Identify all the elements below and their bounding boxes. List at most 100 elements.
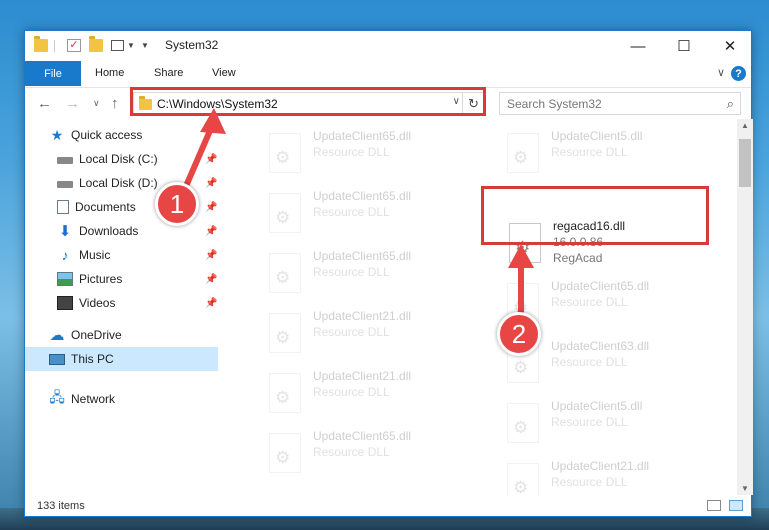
file-item[interactable]: UpdateClient65.dll Resource DLL: [263, 187, 483, 239]
sidebar-item-label: Downloads: [79, 224, 139, 238]
file-name: UpdateClient5.dll: [551, 129, 643, 143]
file-name: UpdateClient5.dll: [551, 399, 643, 413]
back-arrow-icon[interactable]: ←: [37, 95, 52, 112]
vertical-scrollbar[interactable]: ▲ ▼: [737, 119, 753, 495]
folder-icon[interactable]: [34, 36, 48, 52]
file-highlight: [481, 186, 709, 245]
pin-icon[interactable]: 📌: [205, 274, 217, 285]
expand-ribbon-icon[interactable]: ∨: [717, 66, 725, 79]
file-item[interactable]: UpdateClient21.dll Resource DLL: [263, 367, 483, 419]
dll-file-icon: [269, 133, 301, 173]
computer-icon: [49, 353, 65, 365]
dll-file-icon: [507, 403, 539, 443]
file-name: UpdateClient21.dll: [313, 369, 412, 383]
close-button[interactable]: ✕: [707, 31, 753, 61]
disk-icon: [57, 181, 73, 188]
pin-icon[interactable]: 📌: [205, 178, 217, 189]
dll-file-icon: [269, 373, 301, 413]
scroll-down-icon[interactable]: ▼: [737, 484, 753, 493]
downloads-icon: ⬇: [58, 223, 72, 240]
ribbon-tabs: File Home Share View ∨ ?: [25, 61, 751, 87]
tab-file[interactable]: File: [25, 61, 81, 86]
file-item[interactable]: UpdateClient21.dll Resource DLL: [263, 307, 483, 359]
sidebar-item-label: Documents: [75, 200, 136, 214]
dll-file-icon: [507, 133, 539, 173]
file-name: UpdateClient63.dll: [551, 339, 650, 353]
sidebar-item-network[interactable]: 🖧 Network: [49, 387, 218, 411]
file-name: UpdateClient65.dll: [313, 249, 412, 263]
tab-view[interactable]: View: [212, 67, 236, 79]
file-type: Resource DLL: [551, 415, 628, 429]
customize-toolbar-icon[interactable]: ▼: [141, 41, 149, 50]
scroll-up-icon[interactable]: ▲: [737, 121, 753, 130]
disk-icon: [57, 157, 73, 164]
sidebar-item-label: Videos: [79, 296, 116, 310]
pictures-icon: [57, 272, 73, 286]
maximize-button[interactable]: ☐: [661, 31, 707, 61]
details-view-icon[interactable]: [707, 500, 721, 511]
title-bar: ✓ ▼ ▼ System32 — ☐ ✕: [25, 31, 751, 61]
dll-file-icon: [269, 313, 301, 353]
new-folder-icon[interactable]: [89, 36, 103, 52]
pin-icon[interactable]: 📌: [205, 154, 217, 165]
scroll-thumb[interactable]: [739, 139, 751, 187]
pin-icon[interactable]: 📌: [205, 250, 217, 261]
sidebar-item-label: Pictures: [79, 272, 123, 286]
recent-locations-icon[interactable]: ∨: [93, 98, 100, 109]
file-item[interactable]: UpdateClient65.dll Resource DLL: [263, 127, 483, 179]
search-placeholder: Search System32: [507, 97, 602, 111]
file-name: UpdateClient65.dll: [313, 189, 412, 203]
sidebar-item-music[interactable]: ♪ Music 📌: [57, 243, 218, 267]
file-name: UpdateClient65.dll: [551, 279, 650, 293]
sidebar-item-quick-access[interactable]: ★ Quick access: [49, 123, 218, 147]
navigation-pane: ★ Quick access Local Disk (C:) 📌 Local D…: [25, 119, 218, 495]
file-name: UpdateClient21.dll: [551, 459, 650, 473]
tab-share[interactable]: Share: [154, 67, 183, 79]
up-arrow-icon[interactable]: ↑: [111, 95, 119, 112]
minimize-button[interactable]: —: [615, 31, 661, 61]
sidebar-item-label: Local Disk (C:): [79, 152, 158, 166]
file-item[interactable]: UpdateClient5.dll Resource DLL: [501, 397, 721, 449]
sidebar-item-this-pc[interactable]: This PC: [25, 347, 218, 371]
file-item[interactable]: UpdateClient21.dll Resource DLL: [501, 457, 721, 495]
sidebar-item-label: Local Disk (D:): [79, 176, 158, 190]
sidebar-item-pictures[interactable]: Pictures 📌: [57, 267, 218, 291]
documents-icon: [57, 200, 69, 214]
search-icon[interactable]: ⌕: [727, 96, 734, 112]
file-name: UpdateClient21.dll: [313, 309, 412, 323]
sidebar-item-onedrive[interactable]: ☁ OneDrive: [49, 323, 218, 347]
file-type: Resource DLL: [313, 265, 390, 279]
file-item[interactable]: UpdateClient65.dll Resource DLL: [263, 427, 483, 479]
properties-icon[interactable]: [111, 40, 124, 51]
file-type: Resource DLL: [313, 145, 390, 159]
file-company: RegAcad: [553, 251, 603, 265]
pin-icon[interactable]: 📌: [205, 298, 217, 309]
music-icon: ♪: [61, 247, 69, 263]
pin-icon[interactable]: 📌: [205, 226, 217, 237]
large-icons-view-icon[interactable]: [729, 500, 743, 511]
file-type: Resource DLL: [313, 445, 390, 459]
sidebar-item-videos[interactable]: Videos 📌: [57, 291, 218, 315]
step-2-callout: 2: [497, 312, 541, 356]
dll-file-icon: [269, 433, 301, 473]
file-type: Resource DLL: [313, 385, 390, 399]
properties-dropdown-icon[interactable]: ▼: [127, 41, 135, 50]
search-input[interactable]: Search System32 ⌕: [499, 92, 741, 115]
file-item[interactable]: UpdateClient5.dll Resource DLL: [501, 127, 721, 179]
tab-home[interactable]: Home: [95, 67, 124, 79]
file-type: Resource DLL: [551, 295, 628, 309]
address-bar-highlight: [130, 87, 486, 116]
sidebar-item-label: This PC: [71, 352, 114, 366]
file-name: UpdateClient65.dll: [313, 429, 412, 443]
file-item[interactable]: UpdateClient65.dll Resource DLL: [263, 247, 483, 299]
properties-check-icon[interactable]: ✓: [67, 39, 81, 52]
file-type: Resource DLL: [313, 325, 390, 339]
sidebar-item-downloads[interactable]: ⬇ Downloads 📌: [57, 219, 218, 243]
sidebar-item-local-disk-c[interactable]: Local Disk (C:) 📌: [57, 147, 218, 171]
help-icon[interactable]: ?: [731, 66, 746, 81]
sidebar-item-label: Quick access: [71, 128, 143, 142]
file-name: UpdateClient65.dll: [313, 129, 412, 143]
forward-arrow-icon[interactable]: →: [65, 95, 80, 112]
item-count: 133 items: [37, 500, 85, 512]
pin-icon[interactable]: 📌: [205, 202, 217, 213]
